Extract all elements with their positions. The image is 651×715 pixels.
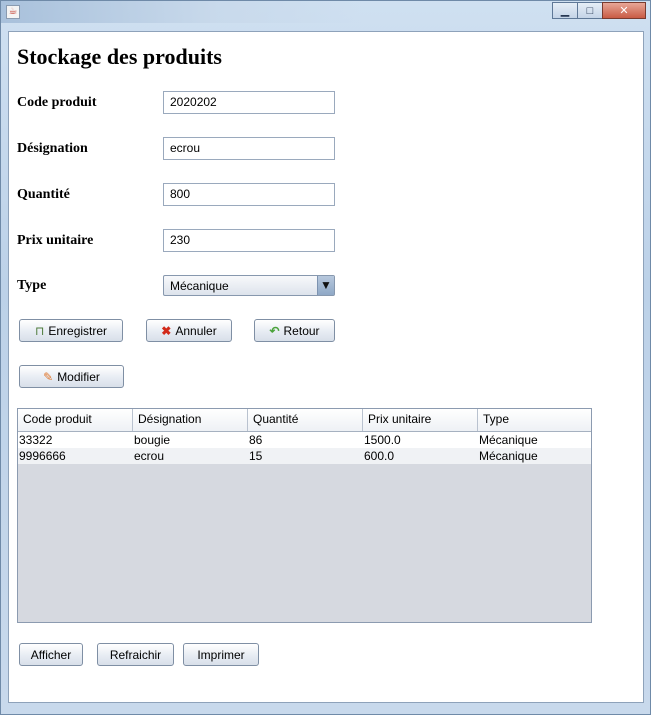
enregistrer-label: Enregistrer <box>48 323 108 338</box>
maximize-icon: □ <box>586 4 594 17</box>
title-bar[interactable]: ☕ ▁ □ ✕ <box>1 1 651 23</box>
afficher-button[interactable]: Afficher <box>19 643 83 666</box>
close-icon: ✕ <box>619 5 629 17</box>
undo-arrow-icon: ↶ <box>269 323 280 338</box>
column-header-prix[interactable]: Prix unitaire <box>363 409 478 431</box>
column-header-code[interactable]: Code produit <box>18 409 133 431</box>
quantite-label: Quantité <box>17 187 70 202</box>
table-cell: 15 <box>249 449 263 463</box>
modifier-label: Modifier <box>57 369 100 384</box>
column-header-type[interactable]: Type <box>478 409 591 431</box>
column-header-quantite[interactable]: Quantité <box>248 409 363 431</box>
table-cell: Mécanique <box>479 433 538 447</box>
maximize-button[interactable]: □ <box>577 2 603 19</box>
table-cell: 33322 <box>19 433 53 447</box>
enregistrer-button[interactable]: ⊓ Enregistrer <box>19 319 123 342</box>
table-cell: ecrou <box>134 449 165 463</box>
imprimer-button[interactable]: Imprimer <box>183 643 259 666</box>
code-produit-field[interactable]: 2020202 <box>163 91 335 114</box>
table-cell: bougie <box>134 433 171 447</box>
minimize-button[interactable]: ▁ <box>552 2 578 19</box>
prix-unitaire-field[interactable]: 230 <box>163 229 335 252</box>
column-header-designation[interactable]: Désignation <box>133 409 248 431</box>
refraichir-button[interactable]: Refraichir <box>97 643 174 666</box>
page-title: Stockage des produits <box>17 44 222 69</box>
table-cell: 9996666 <box>19 449 66 463</box>
java-app-icon: ☕ <box>6 5 20 19</box>
imprimer-label: Imprimer <box>197 647 245 662</box>
pencil-icon: ✎ <box>43 369 54 384</box>
close-button[interactable]: ✕ <box>602 2 646 19</box>
window-controls: ▁ □ ✕ <box>552 2 646 20</box>
afficher-label: Afficher <box>30 647 72 662</box>
content-panel: Stockage des produits Code produit 20202… <box>8 31 644 703</box>
type-select-value: Mécanique <box>170 279 229 293</box>
type-select[interactable]: Mécanique ▼ <box>163 275 335 296</box>
modifier-button[interactable]: ✎ Modifier <box>19 365 124 388</box>
application-window: ☕ ▁ □ ✕ Stockage des produits Code produ… <box>0 0 651 715</box>
table-cell: 86 <box>249 433 263 447</box>
type-label: Type <box>17 278 47 293</box>
quantite-field[interactable]: 800 <box>163 183 335 206</box>
table-header: Code produit Désignation Quantité Prix u… <box>18 409 591 432</box>
table-cell: 600.0 <box>364 449 395 463</box>
code-produit-label: Code produit <box>17 95 97 110</box>
refraichir-label: Refraichir <box>109 647 162 662</box>
retour-button[interactable]: ↶ Retour <box>254 319 335 342</box>
designation-field[interactable]: ecrou <box>163 137 335 160</box>
annuler-button[interactable]: ✖ Annuler <box>146 319 232 342</box>
table-cell: 1500.0 <box>364 433 401 447</box>
table-row[interactable]: 9996666 ecrou 15 600.0 Mécanique <box>18 448 591 464</box>
minimize-icon: ▁ <box>560 5 570 17</box>
products-table[interactable]: Code produit Désignation Quantité Prix u… <box>17 408 592 623</box>
save-icon: ⊓ <box>34 323 45 338</box>
chevron-down-icon[interactable]: ▼ <box>317 276 334 295</box>
table-cell: Mécanique <box>479 449 538 463</box>
designation-label: Désignation <box>17 141 88 156</box>
title-bar-gradient <box>1 1 361 23</box>
table-row[interactable]: 33322 bougie 86 1500.0 Mécanique <box>18 432 591 448</box>
annuler-label: Annuler <box>175 323 217 338</box>
prix-unitaire-label: Prix unitaire <box>17 233 94 248</box>
cancel-x-icon: ✖ <box>161 323 172 338</box>
retour-label: Retour <box>283 323 320 338</box>
